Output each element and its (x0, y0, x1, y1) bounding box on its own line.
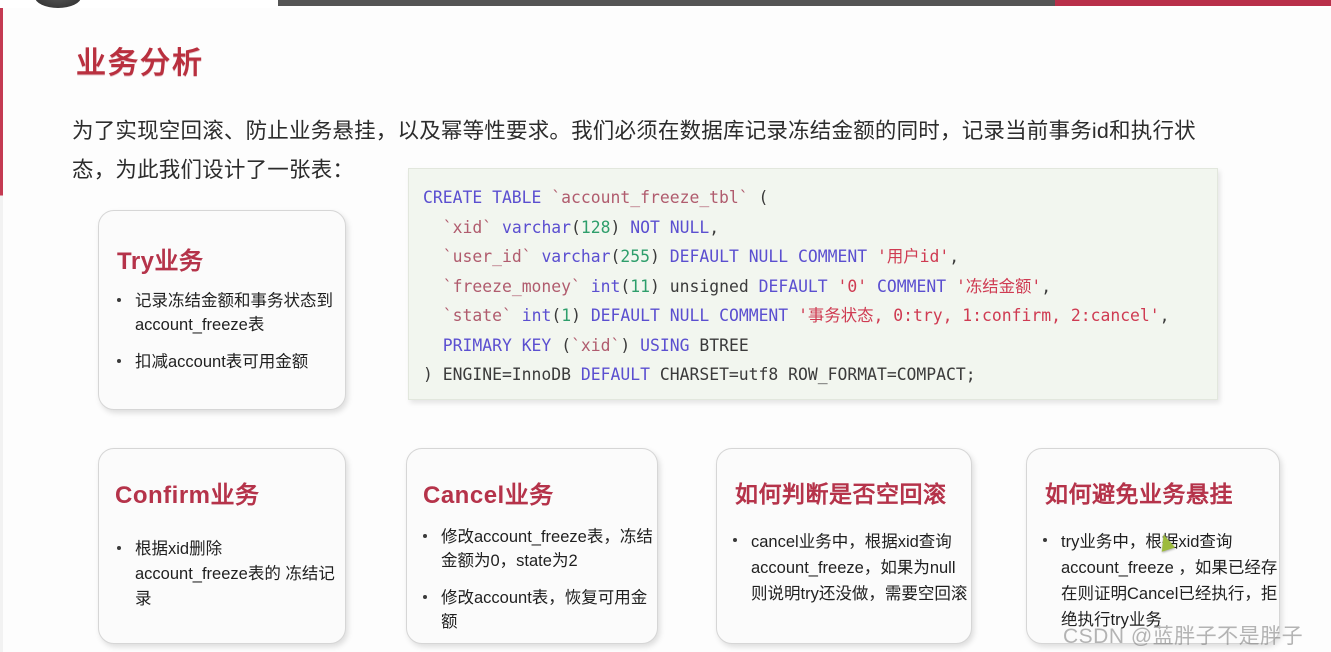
watermark: CSDN @蓝胖子不是胖子 (1063, 625, 1304, 648)
card-left-tab (88, 477, 106, 539)
playhead-knob-icon[interactable] (35, 0, 81, 8)
card-empty-rollback: 如何判断是否空回滚 cancel业务中，根据xid查询account_freez… (706, 448, 972, 644)
list-item: 根据xid删除 account_freeze表的 冻结记录 (113, 537, 339, 612)
card-bullet-list: cancel业务中，根据xid查询account_freeze，如果为null则… (729, 529, 971, 620)
card-left-tab (1016, 477, 1034, 539)
card-title: 如何避免业务悬挂 (1045, 481, 1233, 507)
card-try: Try业务 记录冻结金额和事务状态到 account_freeze表 扣减acc… (88, 210, 346, 410)
list-item: 记录冻结金额和事务状态到 account_freeze表 (113, 289, 335, 337)
card-title: Cancel业务 (423, 482, 554, 509)
list-item: cancel业务中，根据xid查询account_freeze，如果为null则… (729, 529, 971, 607)
card-left-tab (396, 477, 414, 539)
card-bullet-list: 记录冻结金额和事务状态到 account_freeze表 扣减account表可… (113, 289, 335, 387)
card-title: Confirm业务 (115, 482, 260, 509)
video-progress-bar[interactable] (0, 0, 1331, 8)
card-left-tab (88, 239, 106, 301)
sql-code-text: CREATE TABLE `account_freeze_tbl` ( `xid… (423, 188, 1170, 384)
page-title: 业务分析 (76, 47, 204, 80)
card-avoid-suspension: 如何避免业务悬挂 try业务中，根据xid查询account_freeze ，如… (1016, 448, 1280, 644)
card-left-tab (706, 477, 724, 539)
card-bullet-list: 修改account_freeze表，冻结金额为0，state为2 修改accou… (419, 525, 655, 647)
intro-line-1: 为了实现空回滚、防止业务悬挂，以及幂等性要求。我们必须在数据库记录冻结金额的同时… (72, 119, 1196, 143)
card-title: Try业务 (117, 248, 204, 275)
progress-played-segment[interactable] (1055, 0, 1331, 6)
card-confirm: Confirm业务 根据xid删除 account_freeze表的 冻结记录 (88, 448, 346, 644)
list-item: 修改account_freeze表，冻结金额为0，state为2 (419, 525, 655, 573)
page-left-edge-accent (0, 0, 3, 652)
list-item: 扣减account表可用金额 (113, 350, 335, 374)
sql-code-block: CREATE TABLE `account_freeze_tbl` ( `xid… (408, 168, 1218, 400)
card-title: 如何判断是否空回滚 (735, 481, 947, 507)
card-cancel: Cancel业务 修改account_freeze表，冻结金额为0，state为… (396, 448, 658, 647)
card-bullet-list: 根据xid删除 account_freeze表的 冻结记录 (113, 537, 339, 625)
list-item: 修改account表，恢复可用金额 (419, 586, 655, 634)
